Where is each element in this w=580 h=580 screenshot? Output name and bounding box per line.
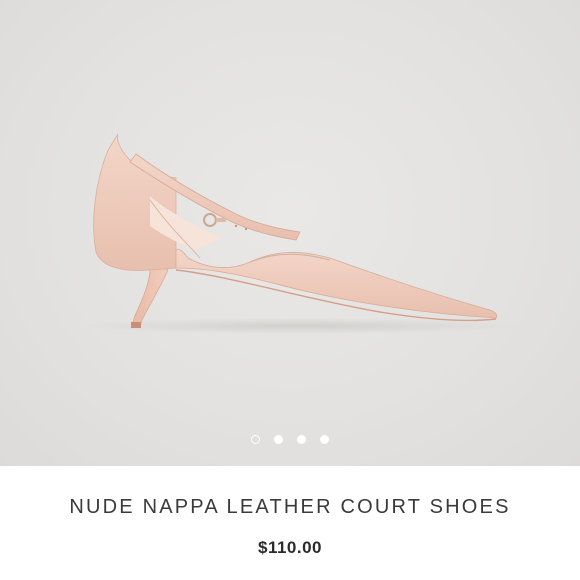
product-image-carousel[interactable] (0, 0, 580, 466)
carousel-indicators (0, 432, 580, 446)
product-image[interactable] (0, 0, 580, 466)
carousel-dot-2[interactable] (274, 434, 283, 444)
product-info: NUDE NAPPA LEATHER COURT SHOES $110.00 (0, 466, 580, 580)
carousel-dot-1[interactable] (251, 434, 260, 444)
carousel-dot-4[interactable] (320, 434, 329, 444)
carousel-dot-3[interactable] (297, 434, 306, 444)
product-title: NUDE NAPPA LEATHER COURT SHOES (69, 496, 511, 518)
product-card: NUDE NAPPA LEATHER COURT SHOES $110.00 (0, 0, 580, 580)
product-price: $110.00 (257, 538, 322, 557)
